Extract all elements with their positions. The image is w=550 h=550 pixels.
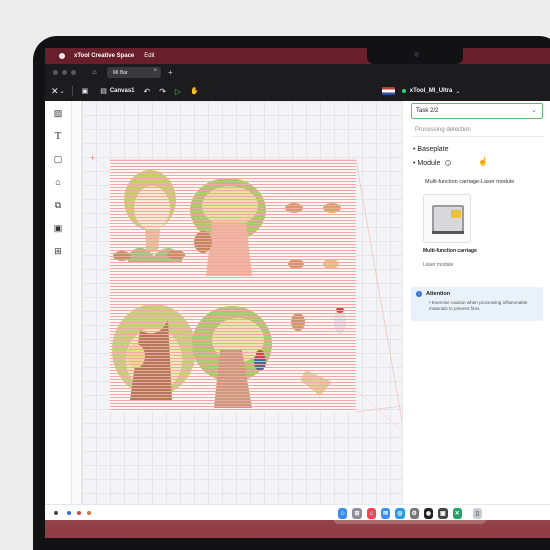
status-dot-dark xyxy=(54,510,58,515)
device-status-dot xyxy=(401,89,406,93)
section-divider xyxy=(411,136,543,137)
menu-edit[interactable]: Edit xyxy=(144,53,154,59)
device-selector[interactable]: xTool_MI_Ultra xyxy=(410,88,453,94)
dock: ☺ ⊞ ♫ ✉ ◎ ⚙ ◉ ▣ ✕ ▯ xyxy=(333,503,487,524)
laser-module-image xyxy=(432,205,464,234)
tag-icon[interactable]: ⌂ xyxy=(53,177,63,187)
safari-icon[interactable]: ◎ xyxy=(395,508,405,519)
baseplate-item[interactable]: • Baseplate xyxy=(413,146,449,153)
attention-title: Attention xyxy=(426,291,451,297)
flag-icon xyxy=(381,87,395,95)
save-icon[interactable]: ▣ xyxy=(82,87,89,95)
camera-icon xyxy=(414,52,419,57)
bullet: • xyxy=(413,146,416,153)
layers-icon[interactable]: ⧉ xyxy=(53,200,63,210)
dock-divider xyxy=(466,507,468,520)
module-card[interactable] xyxy=(423,194,471,243)
shape-icon[interactable]: ▢ xyxy=(53,154,63,164)
design-canvas[interactable]: + xyxy=(72,101,402,504)
hand-icon[interactable]: ✋ xyxy=(190,87,199,95)
file-icon: ▤ xyxy=(100,88,107,95)
main-toolbar: ✕ ⌄ ▣ ▤ Canvas1 ↶ ↷ ▷ ✋ xTool_MI_Ultra ⌄ xyxy=(45,81,550,101)
info-icon: i xyxy=(416,291,422,297)
ai-image-icon[interactable]: ▣ xyxy=(53,223,63,233)
window-close-dot[interactable] xyxy=(53,70,58,75)
camera-notch xyxy=(367,48,463,64)
engraving-artwork[interactable] xyxy=(110,160,356,412)
excel-icon[interactable]: ✕ xyxy=(452,508,462,519)
window-minimize-dot[interactable] xyxy=(62,70,67,75)
baseplate-label: Baseplate xyxy=(417,146,449,153)
toolbar-divider xyxy=(71,86,73,96)
bullet: • xyxy=(413,160,416,167)
home-icon[interactable]: ⌂ xyxy=(90,69,99,76)
laptop-screen: xTool Creative Space Edit ⌂ MI Bar × + ✕… xyxy=(45,48,550,538)
undo-icon[interactable]: ↶ xyxy=(144,87,151,96)
device-chevron-icon[interactable]: ⌄ xyxy=(455,88,460,95)
settings-icon[interactable]: ⚙ xyxy=(409,508,419,519)
attention-text: • Exercise caution when processing infla… xyxy=(429,300,528,311)
mail-icon[interactable]: ✉ xyxy=(380,508,391,519)
system-menu-bar: xTool Creative Space Edit xyxy=(45,48,550,64)
status-dot-blue xyxy=(67,510,71,515)
chevron-down-icon: ⌄ xyxy=(531,107,537,114)
screenshot-icon[interactable]: ▣ xyxy=(438,508,448,519)
text-icon[interactable]: T xyxy=(53,131,63,142)
window-zoom-dot[interactable] xyxy=(71,70,76,75)
music-icon[interactable]: ♫ xyxy=(366,508,376,519)
apps-icon[interactable]: ⊞ xyxy=(53,246,63,256)
processing-detection-title: Processing detection xyxy=(415,127,471,133)
task-select-label: Task 2/2 xyxy=(416,108,439,114)
module-card-name: Multi-function carriage xyxy=(423,248,477,254)
launchpad-icon[interactable]: ⊞ xyxy=(352,508,362,519)
close-icon[interactable]: ✕ xyxy=(51,86,59,97)
task-select[interactable]: Task 2/2 ⌄ xyxy=(411,103,543,119)
status-dot-orange xyxy=(87,510,91,515)
canvas-name[interactable]: Canvas1 xyxy=(110,88,135,94)
info-icon[interactable]: i xyxy=(445,160,452,167)
menu-app-name[interactable]: xTool Creative Space xyxy=(74,53,134,59)
app-window: ⌂ MI Bar × + ✕ ⌄ ▣ ▤ Canvas1 ↶ ↷ ▷ ✋ xTo… xyxy=(45,64,550,520)
image-icon[interactable]: ▨ xyxy=(53,108,63,118)
chevron-down-icon[interactable]: ⌄ xyxy=(60,88,65,95)
module-item[interactable]: • Module i xyxy=(413,160,452,167)
right-panel: Task 2/2 ⌄ Processing detection • Basepl… xyxy=(402,101,550,504)
module-card-sub: Laser module xyxy=(423,262,454,268)
new-tab-button[interactable]: + xyxy=(168,68,173,77)
tab-bar: ⌂ MI Bar × + xyxy=(45,64,550,81)
apple-icon[interactable] xyxy=(59,53,65,59)
module-label: Module xyxy=(417,160,441,167)
tab-label: MI Bar xyxy=(113,69,128,76)
trash-icon[interactable]: ▯ xyxy=(472,508,482,519)
status-dot-red xyxy=(77,510,81,515)
tab-close-icon[interactable]: × xyxy=(153,68,157,74)
left-toolbar: ▨ T ▢ ⌂ ⧉ ▣ ⊞ xyxy=(45,101,72,504)
finder-icon[interactable]: ☺ xyxy=(338,508,348,519)
redo-icon[interactable]: ↷ xyxy=(159,87,166,96)
xtool-icon[interactable]: ◉ xyxy=(423,508,434,519)
module-heading: Multi-function carriage-Laser module xyxy=(425,179,515,185)
attention-box: i Attention • Exercise caution when proc… xyxy=(411,287,543,321)
play-icon[interactable]: ▷ xyxy=(175,87,181,96)
pointer-cursor-icon: ☝ xyxy=(478,157,488,166)
tab-mi-bar[interactable]: MI Bar × xyxy=(107,67,161,78)
